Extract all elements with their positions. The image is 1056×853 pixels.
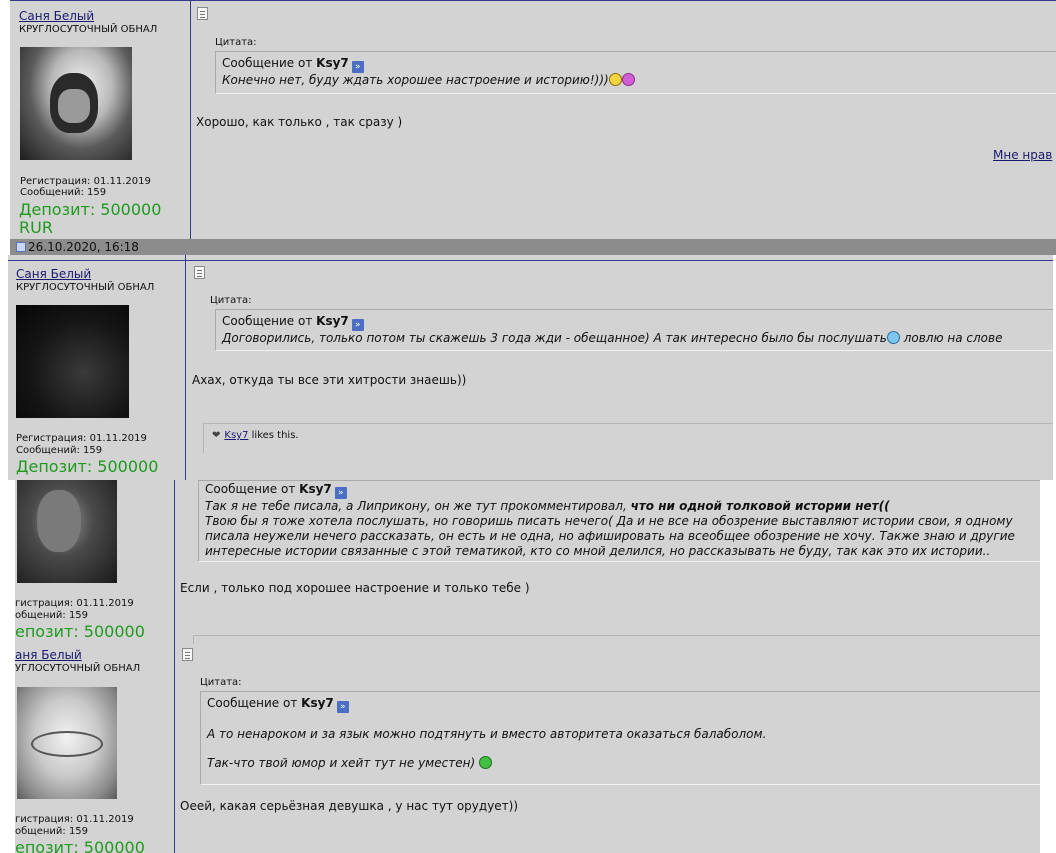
smiley-icon: [478, 756, 492, 769]
quote-box: Сообщение от Ksy7» Договорились, только …: [215, 309, 1053, 351]
deposit-currency: RUR: [19, 218, 53, 237]
avatar-face: [37, 490, 81, 552]
user-title: КРУГЛОСУТОЧНЫЙ ОБНАЛ: [16, 282, 155, 293]
smiley-icon: [886, 331, 900, 344]
quote-label: Цитата:: [215, 37, 257, 48]
quote-box: Сообщение от Ksy7» Конечно нет, буду жда…: [215, 51, 1056, 94]
message-count: Сообщений: 159: [16, 445, 103, 456]
message-count: общений: 159: [15, 826, 89, 837]
quote-text: Так-что твой юмор и хейт тут не уместен): [207, 756, 476, 770]
username-link[interactable]: Саня Белый: [16, 267, 91, 281]
quote-text: Так я не тебе писала, а Липрикону, он же…: [205, 499, 627, 513]
quote-author[interactable]: Ksy7: [316, 56, 349, 70]
quote-author-prefix: Сообщение от: [222, 314, 313, 328]
quote-author-prefix: Сообщение от: [207, 696, 298, 710]
post-panel-1: Саня Белый КРУГЛОСУТОЧНЫЙ ОБНАЛ Регистра…: [10, 0, 1056, 239]
registration-date: гистрация: 01.11.2019: [15, 598, 134, 609]
username-link[interactable]: аня Белый: [15, 648, 82, 662]
quote-author[interactable]: Ksy7: [299, 482, 332, 496]
quote-text: интересные истории связанные с этой тема…: [205, 544, 991, 558]
divider: [8, 260, 1053, 261]
column-divider: [174, 480, 175, 644]
quote-label: Цитата:: [210, 295, 252, 306]
liker-link[interactable]: Ksy7: [224, 430, 248, 441]
quote-text: писала неужели нечего рассказать, он ест…: [205, 529, 1015, 543]
quote-text-tail: ловлю на слове: [903, 331, 1003, 345]
arrow-icon[interactable]: »: [351, 319, 364, 331]
avatar[interactable]: [17, 480, 117, 583]
arrow-icon[interactable]: »: [351, 61, 364, 73]
quote-label: Цитата:: [200, 677, 242, 688]
avatar-face: [58, 89, 90, 123]
post-icon: [194, 266, 205, 279]
quote-author-prefix: Сообщение от: [205, 482, 296, 496]
divider: [10, 0, 1056, 1]
avatar-chandelier: [31, 731, 103, 757]
post-message: Ахах, откуда ты все эти хитрости знаешь)…: [192, 373, 467, 387]
deposit-amount: епозит: 500000: [15, 622, 145, 641]
quote-text: Конечно нет, буду ждать хорошее настроен…: [222, 73, 609, 87]
user-title: УГЛОСУТОЧНЫЙ ОБНАЛ: [15, 663, 141, 674]
registration-date: Регистрация: 01.11.2019: [16, 433, 147, 444]
post-panel-4: аня Белый УГЛОСУТОЧНЫЙ ОБНАЛ гистрация: …: [15, 644, 1040, 853]
post-panel-2: Саня Белый КРУГЛОСУТОЧНЫЙ ОБНАЛ Регистра…: [8, 255, 1053, 480]
deposit-amount: епозит: 500000: [15, 838, 145, 853]
deposit-amount: Депозит: 500000: [16, 457, 159, 476]
column-divider: [190, 0, 191, 239]
quote-text: Договорились, только потом ты скажешь 3 …: [222, 331, 887, 345]
post-panel-3: гистрация: 01.11.2019 общений: 159 епози…: [15, 480, 1040, 644]
quote-text-bold: что ни одной толковой истории нет((: [630, 499, 890, 513]
heart-icon: ❤: [212, 430, 221, 441]
post-message: Оеей, какая серьёзная девушка , у нас ту…: [180, 799, 519, 813]
avatar[interactable]: [17, 687, 117, 799]
user-title: КРУГЛОСУТОЧНЫЙ ОБНАЛ: [19, 24, 158, 35]
avatar[interactable]: [20, 47, 132, 160]
post-date-bar: 26.10.2020, 16:18: [10, 239, 1056, 255]
post-date: 26.10.2020, 16:18: [28, 240, 139, 254]
post-icon: [16, 242, 26, 252]
post-message: Хорошо, как только , так сразу ): [196, 115, 403, 129]
column-divider: [174, 644, 175, 853]
quote-box: Сообщение от Ksy7» А то ненароком и за я…: [200, 691, 1040, 785]
quote-author[interactable]: Ksy7: [301, 696, 334, 710]
arrow-icon[interactable]: »: [336, 701, 349, 713]
quote-text: А то ненароком и за язык можно подтянуть…: [207, 727, 767, 741]
likes-box: ❤ Ksy7 likes this.: [203, 423, 1053, 453]
column-divider: [185, 255, 186, 480]
post-message: Если , только под хорошее настроение и т…: [180, 581, 530, 595]
post-icon: [182, 648, 193, 661]
quote-text: Твою бы я тоже хотела послушать, но гово…: [205, 514, 1013, 528]
smiley-icon: [621, 73, 635, 86]
message-count: Сообщений: 159: [20, 187, 107, 198]
avatar[interactable]: [16, 305, 129, 418]
deposit-amount: Депозит: 500000: [19, 200, 162, 219]
post-icon: [197, 7, 208, 20]
registration-date: гистрация: 01.11.2019: [15, 814, 134, 825]
arrow-icon[interactable]: »: [334, 487, 347, 499]
quote-author[interactable]: Ksy7: [316, 314, 349, 328]
quote-box: Сообщение от Ksy7» Так я не тебе писала,…: [198, 480, 1040, 562]
smiley-icon: [608, 73, 622, 86]
likes-text: likes this.: [251, 430, 299, 441]
likes-box-cut: [193, 635, 1040, 644]
like-link[interactable]: Мне нрав: [993, 148, 1052, 162]
message-count: общений: 159: [15, 610, 89, 621]
username-link[interactable]: Саня Белый: [19, 9, 94, 23]
quote-author-prefix: Сообщение от: [222, 56, 313, 70]
